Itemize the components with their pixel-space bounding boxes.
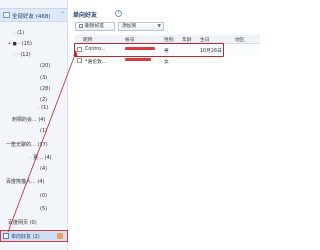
all-friends-label: 全部好友 (468): [12, 14, 51, 20]
nickname-cell: *语伦敦...: [85, 60, 107, 65]
all-friends-group[interactable]: 全部好友 (468) ⌃: [0, 8, 68, 22]
group-item[interactable]: (0): [40, 193, 47, 199]
delete-friend-label: 删除好友: [85, 24, 105, 29]
group-folder-icon: [3, 12, 10, 18]
column-header[interactable]: 生日: [200, 36, 210, 43]
group-item[interactable]: 刺桐的会... (4): [12, 116, 45, 123]
column-header[interactable]: 昵称: [83, 36, 93, 43]
row-highlight-box: [74, 43, 224, 57]
redaction-mark: [125, 58, 151, 61]
add-to-dropdown[interactable]: 添加到 ▼: [118, 22, 164, 31]
group-item[interactable]: . (1): [14, 30, 24, 36]
group-item[interactable]: • ● · (15): [8, 41, 32, 47]
column-header[interactable]: 性别: [164, 36, 174, 43]
column-header[interactable]: 地区: [235, 36, 245, 43]
column-header[interactable]: 年龄: [182, 36, 192, 43]
gender-cell: 女: [164, 60, 169, 65]
delete-icon: [79, 23, 83, 28]
group-folder-icon: [3, 233, 9, 239]
group-item[interactable]: (28): [40, 86, 50, 92]
group-item[interactable]: 一筐无聊的... (37): [6, 141, 48, 148]
group-item[interactable]: · · (12): [14, 52, 31, 58]
friend-list-panel: 单向好友 ? 删除好友 添加到 ▼ 昵称 帐号 性别 年龄 生日 地区 Cont…: [69, 0, 260, 250]
add-to-label: 添加到: [122, 24, 137, 29]
group-item[interactable]: (2): [40, 97, 47, 103]
collapse-chevron-icon[interactable]: ⌃: [60, 11, 65, 18]
group-item[interactable]: · (1): [38, 105, 48, 111]
friend-groups-sidebar: 全部好友 (468) ⌃ . (1) • ● · (15) · · (12) (…: [0, 0, 68, 250]
group-badge-icon: [57, 233, 63, 239]
question-icon[interactable]: ?: [115, 10, 122, 17]
one-way-friends-group[interactable]: 单向好友 (2): [0, 230, 68, 242]
panel-title: 单向好友: [73, 12, 98, 19]
group-item[interactable]: (4): [40, 166, 47, 172]
column-header[interactable]: 帐号: [125, 36, 135, 43]
group-item[interactable]: (5): [40, 206, 47, 212]
chevron-down-icon: ▼: [157, 24, 161, 29]
group-item[interactable]: · 菫... (4): [30, 154, 52, 161]
one-way-friends-label: 单向好友 (2): [11, 234, 40, 240]
group-item[interactable]: (20): [40, 63, 50, 69]
account-cell: [125, 58, 151, 63]
group-item[interactable]: 百度网页 (0): [8, 219, 37, 226]
group-item[interactable]: (3): [40, 75, 47, 81]
delete-friend-button[interactable]: 删除好友: [75, 22, 115, 31]
table-row[interactable]: *语伦敦... 女: [75, 56, 260, 66]
row-checkbox[interactable]: [77, 58, 82, 63]
group-item[interactable]: 百度熊猫人... (4): [6, 178, 44, 185]
group-item[interactable]: (1): [40, 128, 47, 134]
